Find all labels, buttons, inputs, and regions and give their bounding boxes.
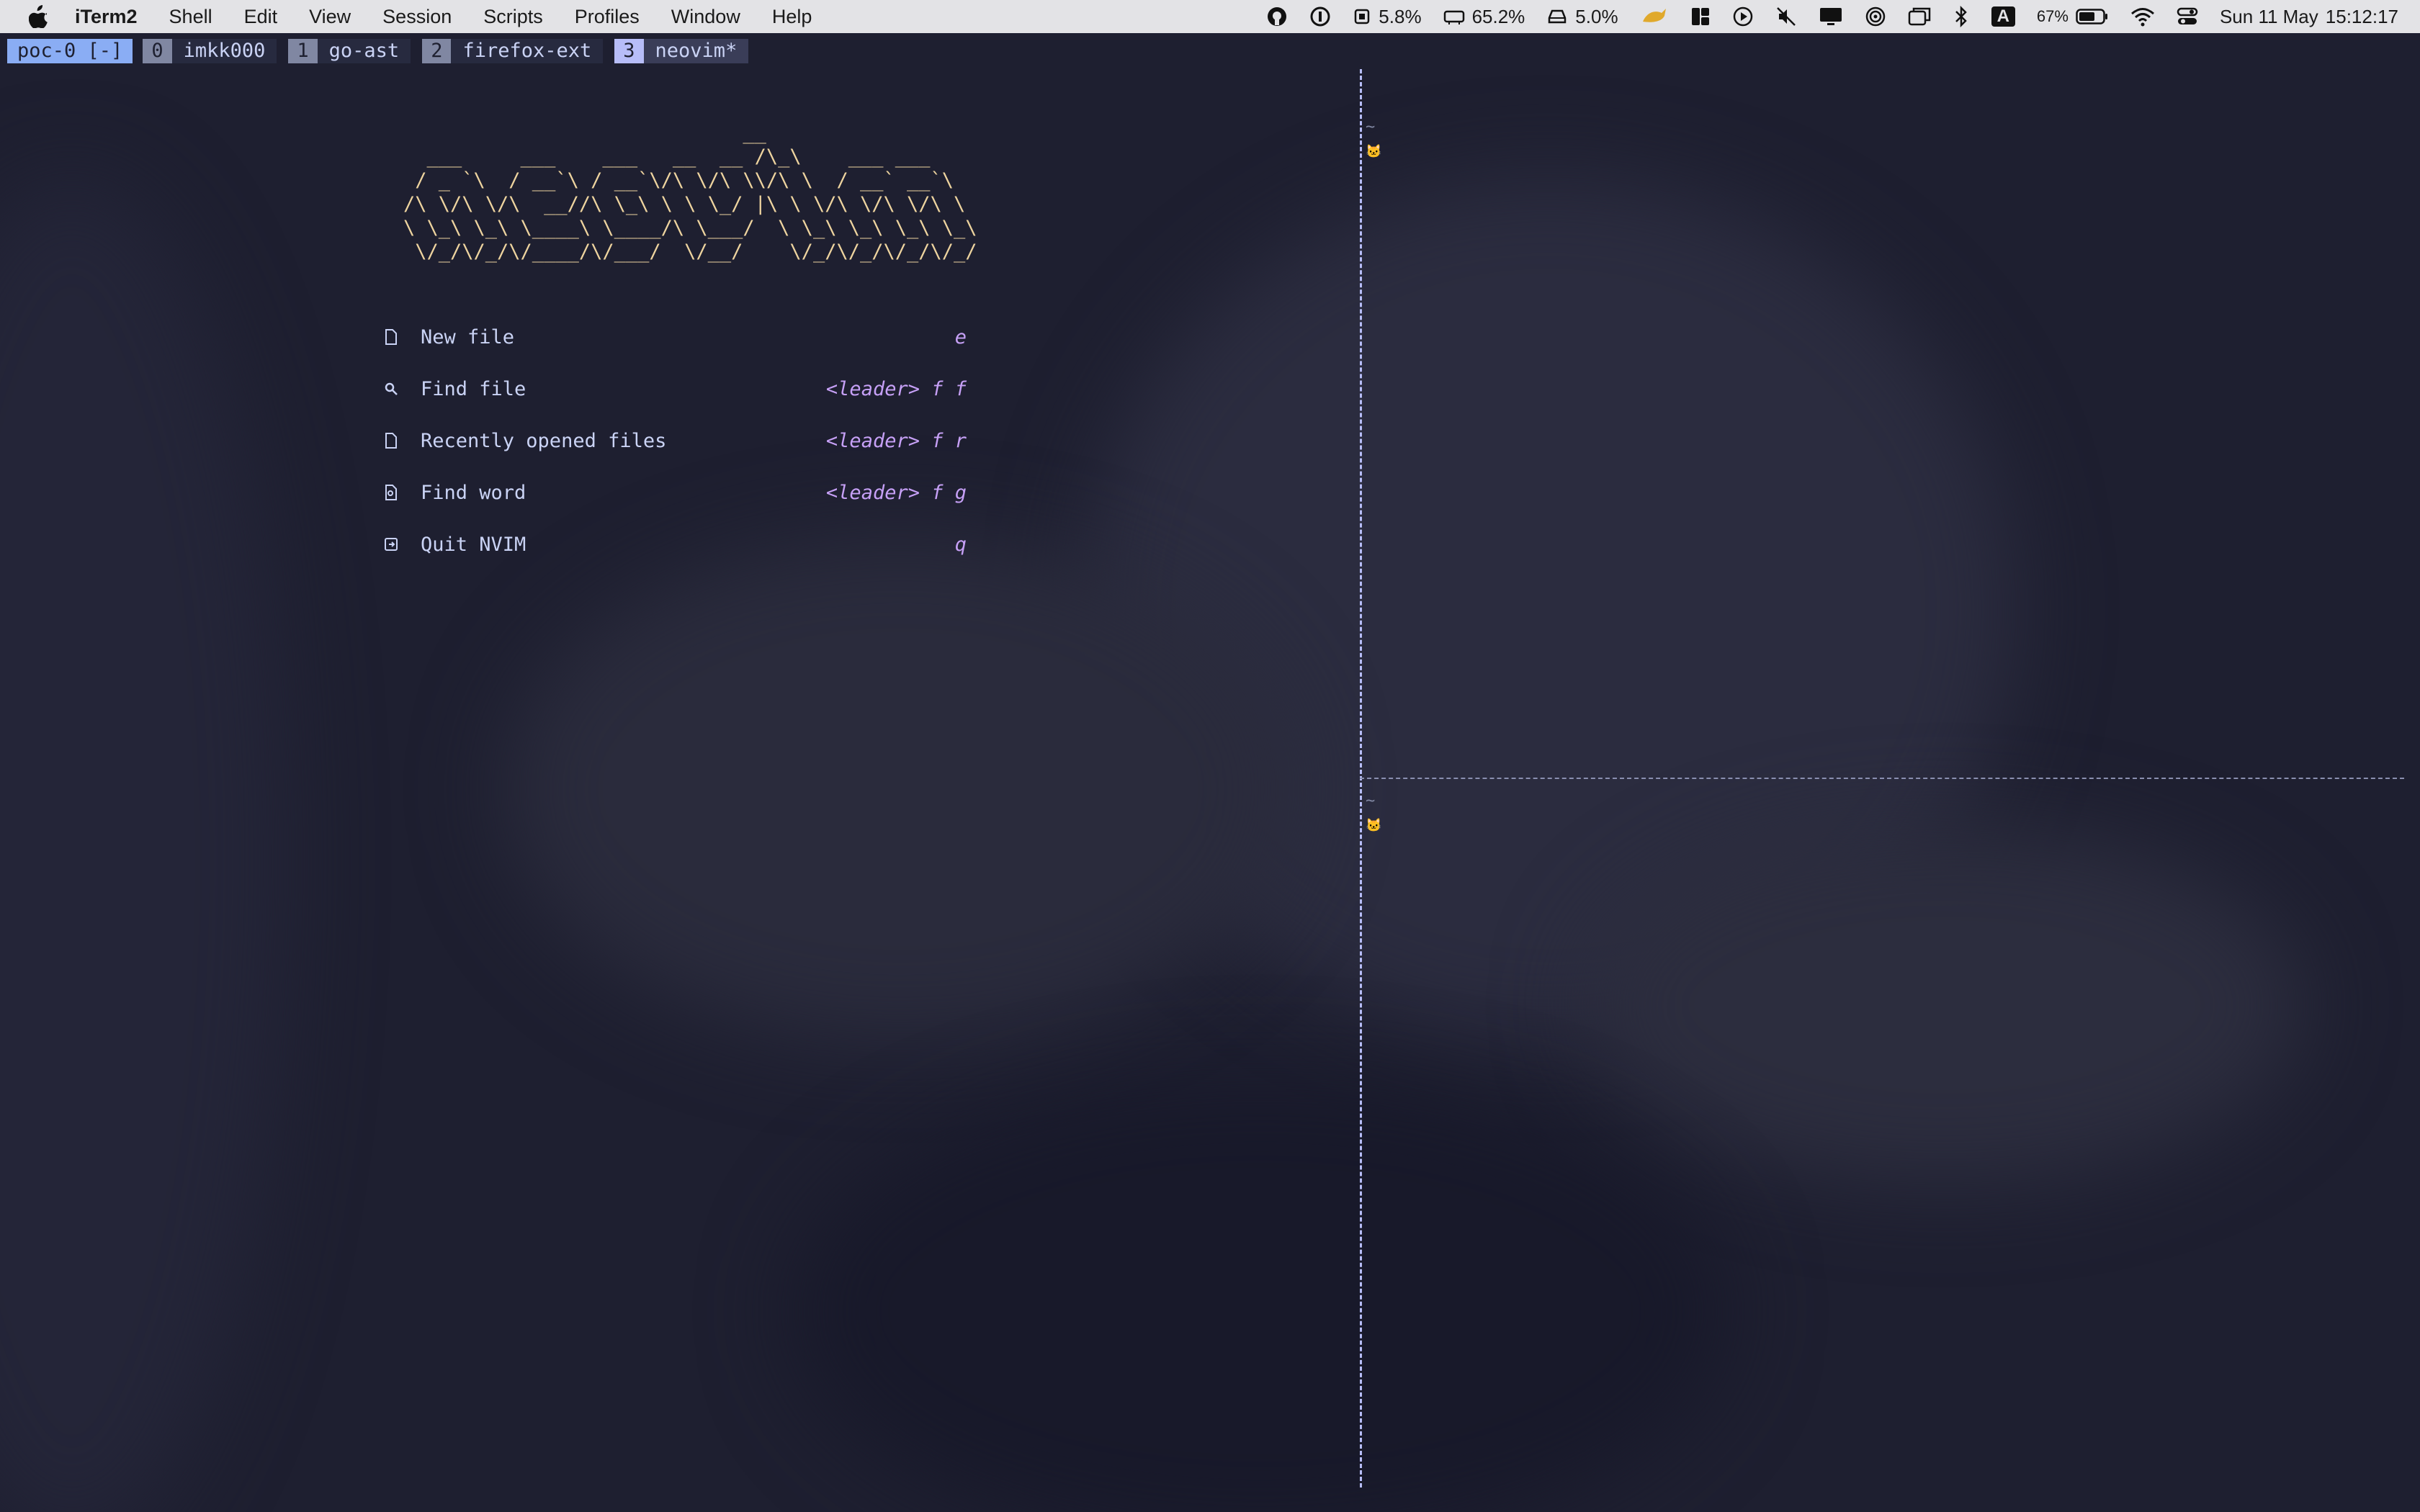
memory-icon bbox=[1443, 10, 1464, 24]
tmux-window-index: 2 bbox=[422, 39, 452, 63]
clock[interactable]: Sun 11 May 15:12:17 bbox=[2220, 6, 2398, 28]
empty-line-marker: ~ bbox=[1366, 792, 1376, 810]
memory-value: 65.2% bbox=[1471, 5, 1525, 27]
menu-scripts[interactable]: Scripts bbox=[483, 6, 543, 28]
quit-icon bbox=[383, 536, 399, 552]
cpu-icon bbox=[1355, 9, 1370, 24]
menu-session[interactable]: Session bbox=[382, 6, 452, 28]
tmux-window-name: imkk000 bbox=[183, 40, 266, 62]
tmux-session: poc-0 [-] bbox=[7, 39, 133, 63]
cpu-status[interactable]: 5.8% bbox=[1353, 5, 1422, 28]
airdrop-icon[interactable] bbox=[1865, 6, 1886, 27]
tmux-window-name: firefox-ext bbox=[462, 40, 592, 62]
apple-icon[interactable] bbox=[29, 4, 50, 29]
dashboard-item-label: Find file bbox=[421, 377, 526, 400]
file-icon bbox=[383, 433, 399, 449]
menu-shell[interactable]: Shell bbox=[169, 6, 212, 28]
app-menu[interactable]: iTerm2 bbox=[75, 6, 138, 28]
dashboard-new-file[interactable]: New file e bbox=[383, 323, 967, 351]
dashboard-find-file[interactable]: Find file <leader> f f bbox=[383, 374, 967, 403]
battery-value: 67% bbox=[2036, 7, 2069, 25]
github-icon[interactable] bbox=[1266, 6, 1288, 27]
dashboard-item-key: <leader> f g bbox=[825, 481, 967, 504]
menu-help[interactable]: Help bbox=[772, 6, 812, 28]
menu-profiles[interactable]: Profiles bbox=[575, 6, 640, 28]
input-source-icon[interactable]: A bbox=[1991, 6, 2015, 27]
file-icon bbox=[383, 329, 399, 345]
mute-icon[interactable] bbox=[1775, 6, 1797, 27]
dashboard-find-word[interactable]: Find word <leader> f g bbox=[383, 478, 967, 507]
memory-status[interactable]: 65.2% bbox=[1443, 6, 1525, 28]
dashboard-quit[interactable]: Quit NVIM q bbox=[383, 530, 967, 559]
layout-icon[interactable] bbox=[1690, 6, 1711, 27]
tmux-window-1[interactable]: 1 go-ast bbox=[288, 39, 411, 63]
disk-status[interactable]: 5.0% bbox=[1546, 6, 1618, 28]
dashboard-item-label: Recently opened files bbox=[421, 429, 667, 452]
date: Sun 11 May bbox=[2219, 5, 2318, 27]
wifi-icon[interactable] bbox=[2130, 6, 2155, 27]
neovim-ascii-logo: __ ___ ___ ___ __ __ /\_\ ___ ___ / _ `\… bbox=[403, 122, 977, 263]
tmux-status-bar: poc-0 [-] 0 imkk000 1 go-ast 2 firefox-e… bbox=[0, 37, 2420, 65]
menu-edit[interactable]: Edit bbox=[244, 6, 278, 28]
bluetooth-icon[interactable] bbox=[1953, 6, 1970, 27]
battery-status[interactable]: 67% bbox=[2037, 7, 2109, 26]
menu-view[interactable]: View bbox=[309, 6, 351, 28]
pane-top-right[interactable]: ~ 🐱 bbox=[1364, 69, 2401, 775]
empty-line-marker: ~ bbox=[1366, 118, 1376, 136]
status-items: 5.8% 65.2% 5.0% A 67% Sun 11 May 15:12:1… bbox=[1245, 6, 2398, 28]
dashboard-item-label: New file bbox=[421, 325, 515, 348]
tmux-window-index: 0 bbox=[143, 39, 172, 63]
dashboard-item-label: Find word bbox=[421, 481, 526, 504]
search-icon bbox=[383, 381, 399, 397]
dashboard-recent-files[interactable]: Recently opened files <leader> f r bbox=[383, 426, 967, 455]
tmux-window-index: 3 bbox=[614, 39, 644, 63]
1password-icon[interactable] bbox=[1309, 6, 1331, 27]
display-icon[interactable] bbox=[1819, 6, 1843, 27]
cat-icon: 🐱 bbox=[1366, 818, 1382, 833]
runcat-icon[interactable] bbox=[1640, 6, 1669, 27]
battery-icon bbox=[2076, 9, 2107, 24]
control-center-icon[interactable] bbox=[2177, 6, 2198, 27]
pane-bottom-right[interactable]: ~ 🐱 bbox=[1364, 780, 2401, 1486]
tmux-window-3-active[interactable]: 3 neovim* bbox=[614, 39, 749, 63]
tmux-window-name: go-ast bbox=[328, 40, 400, 62]
find-word-icon bbox=[383, 485, 399, 500]
dashboard-item-key: q bbox=[954, 533, 967, 556]
macos-menu-bar: iTerm2 Shell Edit View Session Scripts P… bbox=[0, 0, 2420, 33]
tmux-window-name: neovim* bbox=[643, 39, 749, 63]
play-icon[interactable] bbox=[1732, 6, 1754, 27]
cpu-value: 5.8% bbox=[1379, 5, 1422, 27]
dashboard-item-key: e bbox=[954, 325, 967, 348]
window-icon[interactable] bbox=[1908, 6, 1931, 27]
tmux-window-0[interactable]: 0 imkk000 bbox=[143, 39, 277, 63]
time: 15:12:17 bbox=[2325, 5, 2398, 27]
dashboard-item-key: <leader> f f bbox=[825, 377, 967, 400]
cat-icon: 🐱 bbox=[1366, 144, 1382, 159]
menu-window[interactable]: Window bbox=[671, 6, 740, 28]
disk-icon bbox=[1549, 9, 1567, 24]
keyboard-input-badge: A bbox=[1991, 6, 2015, 27]
tmux-window-2[interactable]: 2 firefox-ext bbox=[422, 39, 604, 63]
tmux-window-index: 1 bbox=[288, 39, 318, 63]
dashboard-item-label: Quit NVIM bbox=[421, 533, 526, 556]
disk-value: 5.0% bbox=[1575, 5, 1618, 27]
horizontal-pane-divider[interactable] bbox=[1360, 778, 2404, 779]
dashboard-item-key: <leader> f r bbox=[825, 429, 967, 452]
